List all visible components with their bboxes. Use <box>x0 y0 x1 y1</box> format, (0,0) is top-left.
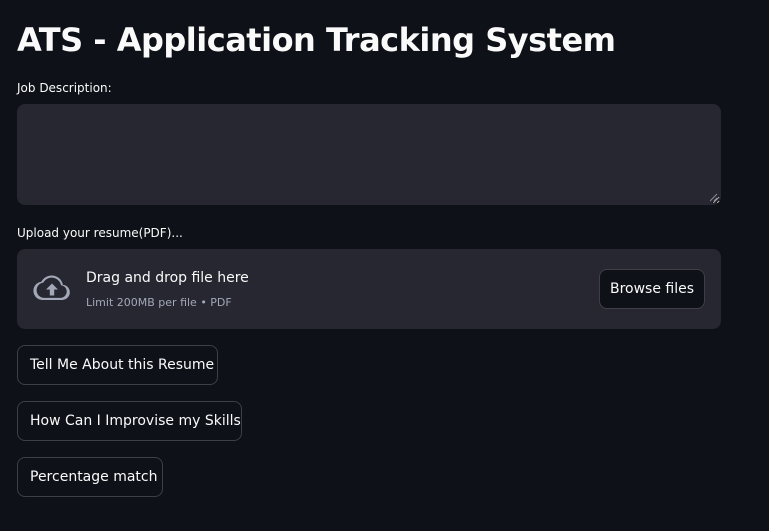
dropzone-limit-text: Limit 200MB per file • PDF <box>86 296 232 309</box>
browse-files-button[interactable]: Browse files <box>599 269 705 309</box>
cloud-upload-icon <box>33 275 70 300</box>
job-description-textarea[interactable] <box>17 104 721 205</box>
dropzone-instruction: Drag and drop file here <box>86 270 249 286</box>
improve-skills-button[interactable]: How Can I Improvise my Skills <box>17 401 242 441</box>
tell-me-about-resume-button[interactable]: Tell Me About this Resume <box>17 345 218 385</box>
app-page: ATS - Application Tracking System Job De… <box>0 0 769 531</box>
job-description-label: Job Description: <box>17 81 112 95</box>
percentage-match-button[interactable]: Percentage match <box>17 457 163 497</box>
upload-resume-label: Upload your resume(PDF)... <box>17 226 183 240</box>
page-title: ATS - Application Tracking System <box>17 21 616 59</box>
file-dropzone[interactable]: Drag and drop file here Limit 200MB per … <box>17 249 721 329</box>
